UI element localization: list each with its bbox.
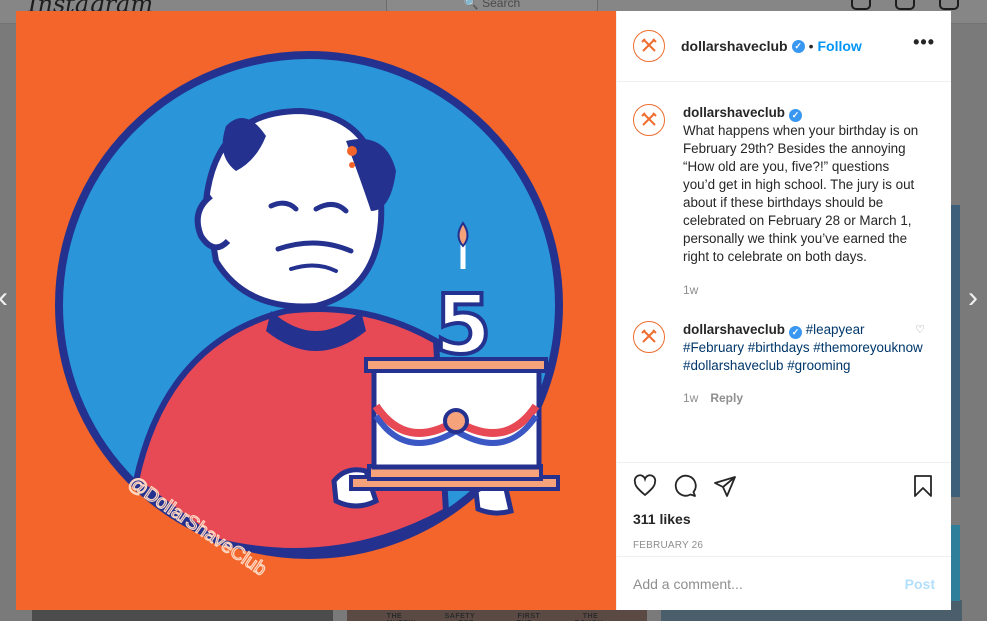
heart-icon[interactable] [633,474,657,498]
candle-number: 5 [434,278,491,373]
post-side-panel: dollarshaveclub ✓ • Follow ••• dollarsha… [616,11,951,610]
verified-check-icon: ✓ [791,39,805,53]
likes-count[interactable]: 311 likes [633,511,935,527]
hashtag-link[interactable]: #themoreyouknow [813,340,922,355]
dsc-logo-icon [641,112,657,126]
post-image: 5 @DollarShaveClub [16,11,616,610]
hashtag-link[interactable]: #February [683,340,744,355]
hashtag-link[interactable]: #leapyear [806,322,865,337]
post-comment-button[interactable]: Post [905,576,935,592]
bookmark-icon[interactable] [911,474,935,498]
comment-bubble-icon[interactable] [673,474,697,498]
post-header: dollarshaveclub ✓ • Follow ••• [617,11,951,82]
reply-button[interactable]: Reply [710,391,743,405]
more-options-icon[interactable]: ••• [913,33,935,51]
dsc-logo-icon [641,329,657,343]
caption-text: What happens when your birthday is on Fe… [683,123,919,264]
avatar[interactable] [633,321,665,353]
hashtag-link[interactable]: #dollarshaveclub [683,358,784,373]
header-separator: • [808,38,814,54]
comment-username[interactable]: dollarshaveclub [683,322,785,337]
comment-time[interactable]: 1w [683,391,698,405]
caption-time[interactable]: 1w [683,283,698,297]
comment-input[interactable] [633,575,905,592]
background-nav-icons [851,0,959,10]
home-icon [851,0,871,10]
avatar[interactable] [633,104,665,136]
explore-icon [895,0,915,10]
comments-list[interactable]: dollarshaveclub ✓ What happens when your … [617,82,951,462]
verified-check-icon: ✓ [788,109,802,122]
avatar[interactable] [633,30,665,62]
follow-button[interactable]: Follow [818,38,862,54]
hashtag-link[interactable]: #birthdays [748,340,810,355]
paper-plane-icon[interactable] [713,474,737,498]
verified-check-icon: ✓ [788,326,802,339]
header-username[interactable]: dollarshaveclub [681,38,788,54]
next-post-arrow-icon[interactable]: › [968,283,987,313]
post-date[interactable]: FEBRUARY 26 [633,540,935,551]
post-modal: 5 @DollarShaveClub dollarshaveclub ✓ • F… [16,11,951,610]
like-comment-heart-icon[interactable]: ♡ [915,323,925,336]
add-comment-bar: Post [617,556,951,610]
activity-icon [939,0,959,10]
background-thumb-edge [951,205,960,497]
comment-item: dollarshaveclub ✓ #leapyear #February #bi… [633,321,935,407]
dsc-logo-icon [641,38,657,52]
background-thumb-edge [951,525,960,601]
caption-username[interactable]: dollarshaveclub [683,105,785,120]
caption: dollarshaveclub ✓ What happens when your … [633,104,935,299]
post-actions: 311 likes FEBRUARY 26 [617,462,951,556]
hashtag-link[interactable]: #grooming [787,358,850,373]
birthday-illustration: 5 @DollarShaveClub [55,51,563,581]
